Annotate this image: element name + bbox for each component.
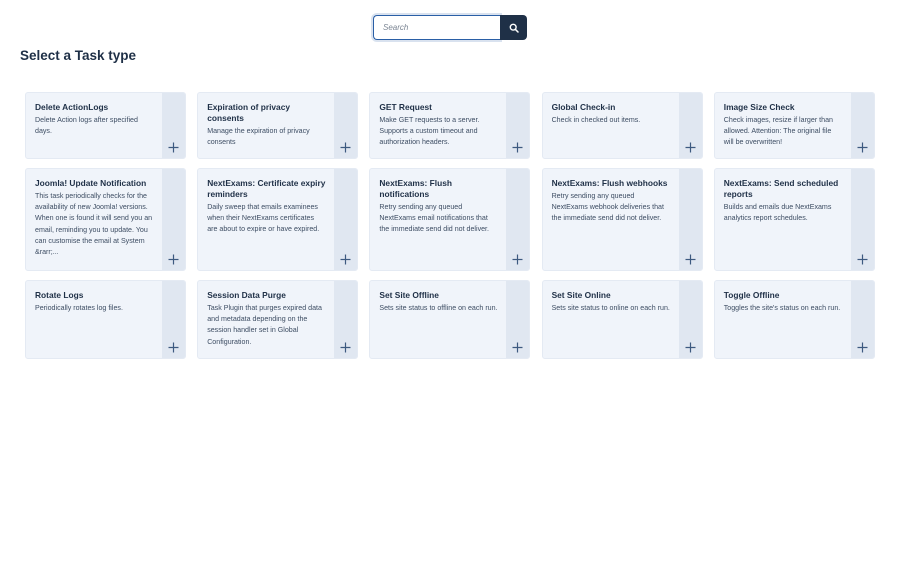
task-card[interactable]: Set Site Offline Sets site status to off… <box>369 280 531 359</box>
task-card-body: Set Site Online Sets site status to onli… <box>543 281 679 358</box>
task-card-body: Delete ActionLogs Delete Action logs aft… <box>26 93 162 158</box>
task-description: Sets site status to offline on each run. <box>379 303 498 312</box>
task-card[interactable]: NextExams: Send scheduled reports Builds… <box>713 168 875 271</box>
task-card-body: Toggle Offline Toggles the site's status… <box>715 281 851 358</box>
task-description: Check images, resize if larger than allo… <box>723 115 833 147</box>
task-title: GET Request <box>379 102 432 112</box>
plus-icon <box>685 254 696 265</box>
task-card[interactable]: Toggle Offline Toggles the site's status… <box>713 280 875 359</box>
task-card-body: NextExams: Send scheduled reports Builds… <box>715 169 851 270</box>
task-description: Daily sweep that emails examinees when t… <box>207 202 320 234</box>
plus-icon <box>340 342 351 353</box>
plus-icon <box>512 254 523 265</box>
task-card-body: GET Request Make GET requests to a serve… <box>370 93 506 158</box>
task-card-body: Joomla! Update Notification This task pe… <box>26 169 162 270</box>
task-description: This task periodically checks for the av… <box>35 191 153 257</box>
plus-icon <box>340 142 351 153</box>
add-task-button[interactable] <box>334 281 358 358</box>
search-button[interactable] <box>500 15 527 40</box>
task-card[interactable]: NextExams: Flush webhooks Retry sending … <box>541 168 703 271</box>
add-task-button[interactable] <box>506 93 530 158</box>
task-title: Set Site Online <box>551 290 611 300</box>
task-title: Toggle Offline <box>723 290 780 300</box>
task-title: Session Data Purge <box>207 290 286 300</box>
task-card-body: Rotate Logs Periodically rotates log fil… <box>26 281 162 358</box>
add-task-button[interactable] <box>678 169 702 270</box>
task-card[interactable]: GET Request Make GET requests to a serve… <box>369 92 531 159</box>
plus-icon <box>685 142 696 153</box>
task-card[interactable]: Rotate Logs Periodically rotates log fil… <box>25 280 186 359</box>
task-card[interactable]: Set Site Online Sets site status to onli… <box>541 280 703 359</box>
plus-icon <box>168 342 179 353</box>
task-card-body: Session Data Purge Task Plugin that purg… <box>198 281 334 358</box>
task-card[interactable]: Joomla! Update Notification This task pe… <box>25 168 186 271</box>
plus-icon <box>340 254 351 265</box>
add-task-button[interactable] <box>678 281 702 358</box>
task-card-body: Image Size Check Check images, resize if… <box>715 93 851 158</box>
add-task-button[interactable] <box>506 169 530 270</box>
task-title: NextExams: Send scheduled reports <box>723 178 839 199</box>
task-title: Delete ActionLogs <box>35 102 109 112</box>
task-card[interactable]: Delete ActionLogs Delete Action logs aft… <box>25 92 186 159</box>
page-title: Select a Task type <box>20 48 137 63</box>
task-description: Make GET requests to a server. Supports … <box>379 115 480 147</box>
add-task-button[interactable] <box>162 169 185 270</box>
task-title: NextExams: Flush notifications <box>379 178 452 199</box>
task-title: Expiration of privacy consents <box>207 102 291 123</box>
search-icon <box>509 23 519 33</box>
add-task-button[interactable] <box>850 281 874 358</box>
task-title: Image Size Check <box>723 102 795 112</box>
task-description: Toggles the site's status on each run. <box>723 303 841 312</box>
task-card-body: NextExams: Certificate expiry reminders … <box>198 169 334 270</box>
task-card[interactable]: Image Size Check Check images, resize if… <box>713 92 875 159</box>
task-description: Task Plugin that purges expired data and… <box>207 303 322 346</box>
add-task-button[interactable] <box>162 93 185 158</box>
plus-icon <box>857 342 868 353</box>
task-description: Retry sending any queued NextExams email… <box>379 202 489 234</box>
task-card[interactable]: NextExams: Flush notifications Retry sen… <box>369 168 531 271</box>
task-description: Retry sending any queued NextExams webho… <box>551 191 664 223</box>
task-title: Global Check-in <box>551 102 616 112</box>
task-title: NextExams: Certificate expiry reminders <box>207 178 326 199</box>
task-title: Joomla! Update Notification <box>35 178 147 188</box>
task-card[interactable]: NextExams: Certificate expiry reminders … <box>197 168 359 271</box>
task-title: NextExams: Flush webhooks <box>551 178 668 188</box>
add-task-button[interactable] <box>506 281 530 358</box>
task-card-body: Expiration of privacy consents Manage th… <box>198 93 334 158</box>
add-task-button[interactable] <box>850 93 874 158</box>
task-card[interactable]: Session Data Purge Task Plugin that purg… <box>197 280 359 359</box>
add-task-button[interactable] <box>162 281 185 358</box>
task-card-body: NextExams: Flush notifications Retry sen… <box>370 169 506 270</box>
plus-icon <box>168 142 179 153</box>
add-task-button[interactable] <box>334 169 358 270</box>
task-description: Delete Action logs after specified days. <box>35 115 138 136</box>
task-card-body: Set Site Offline Sets site status to off… <box>370 281 506 358</box>
task-description: Builds and emails due NextExams analytic… <box>723 202 832 222</box>
search-input[interactable] <box>373 15 500 40</box>
task-description: Check in checked out items. <box>551 115 641 124</box>
task-type-grid: Delete ActionLogs Delete Action logs aft… <box>25 92 875 359</box>
add-task-button[interactable] <box>678 93 702 158</box>
task-description: Manage the expiration of privacy consent… <box>207 126 310 146</box>
task-card[interactable]: Expiration of privacy consents Manage th… <box>197 92 359 159</box>
add-task-button[interactable] <box>334 93 358 158</box>
plus-icon <box>512 142 523 153</box>
plus-icon <box>512 342 523 353</box>
task-description: Periodically rotates log files. <box>35 303 123 312</box>
plus-icon <box>857 254 868 265</box>
plus-icon <box>857 142 868 153</box>
plus-icon <box>168 254 179 265</box>
task-card-body: NextExams: Flush webhooks Retry sending … <box>543 169 679 270</box>
task-title: Set Site Offline <box>379 290 439 300</box>
task-card-body: Global Check-in Check in checked out ite… <box>543 93 679 158</box>
task-title: Rotate Logs <box>35 290 84 300</box>
task-card[interactable]: Global Check-in Check in checked out ite… <box>541 92 703 159</box>
add-task-button[interactable] <box>850 169 874 270</box>
task-description: Sets site status to online on each run. <box>551 303 670 312</box>
plus-icon <box>685 342 696 353</box>
search-bar <box>373 15 527 40</box>
